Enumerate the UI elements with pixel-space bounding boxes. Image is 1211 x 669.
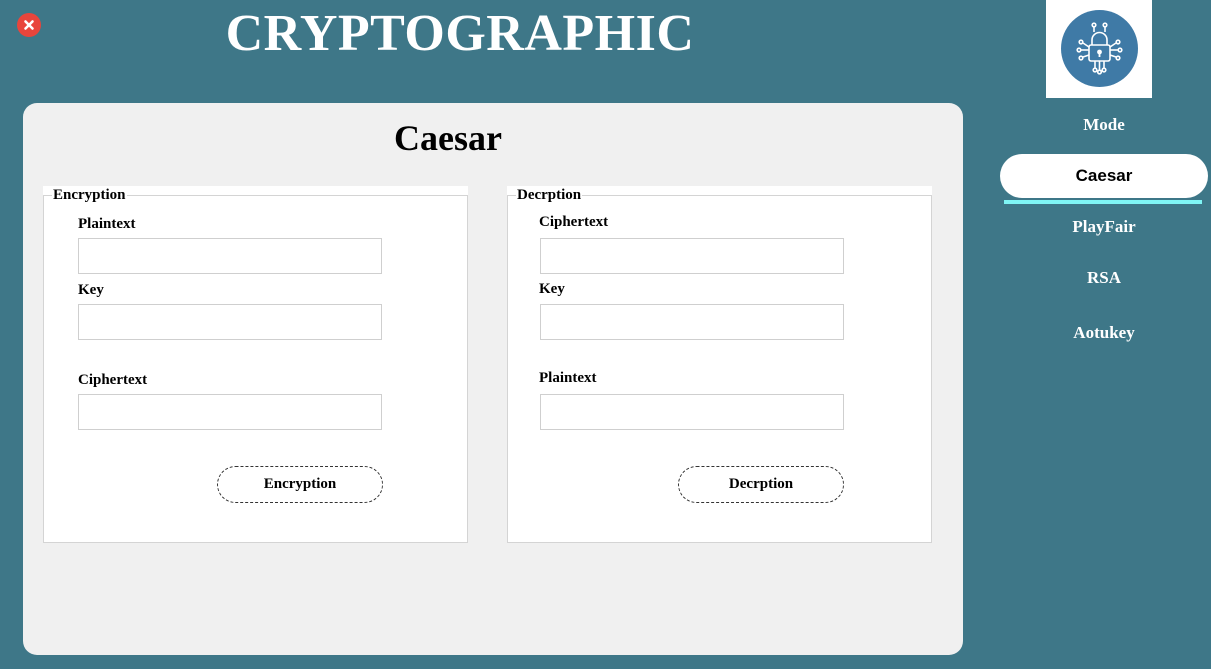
encryption-button[interactable]: Encryption [217,466,383,503]
key-label: Key [78,282,104,298]
decryption-group: Decrption Ciphertext Key Plaintext Decrp… [507,186,932,543]
key-label: Key [539,281,565,297]
sidebar-item-playfair[interactable]: PlayFair [1000,205,1208,249]
close-button[interactable] [17,13,41,37]
sidebar-item-caesar[interactable]: Caesar [1000,154,1208,198]
logo-circle [1061,10,1138,87]
encryption-group: Encryption Plaintext Key Ciphertext Encr… [43,186,468,543]
page-title: Caesar [394,118,502,158]
main-panel: Caesar Encryption Plaintext Key Cipherte… [23,103,963,655]
plaintext-input[interactable] [78,238,382,274]
decryption-button[interactable]: Decrption [678,466,844,503]
ciphertext-label: Ciphertext [78,372,148,388]
ciphertext-label: Ciphertext [539,214,609,230]
close-icon [24,20,34,30]
logo [1046,0,1152,98]
active-tab-indicator [1004,200,1202,204]
sidebar-item-aotukey[interactable]: Aotukey [1000,311,1208,355]
plaintext-label: Plaintext [539,370,597,386]
sidebar-item-mode[interactable]: Mode [1000,103,1208,147]
decryption-group-caption: Decrption [516,187,583,204]
lock-circuit-icon [1076,22,1123,75]
encryption-group-caption: Encryption [52,187,127,204]
ciphertext-input[interactable] [540,238,844,274]
plaintext-label: Plaintext [78,216,136,232]
app-title: CRYPTOGRAPHIC [225,5,695,62]
ciphertext-output[interactable] [78,394,382,430]
key-input[interactable] [540,304,844,340]
plaintext-output[interactable] [540,394,844,430]
key-input[interactable] [78,304,382,340]
sidebar-item-rsa[interactable]: RSA [1000,256,1208,300]
